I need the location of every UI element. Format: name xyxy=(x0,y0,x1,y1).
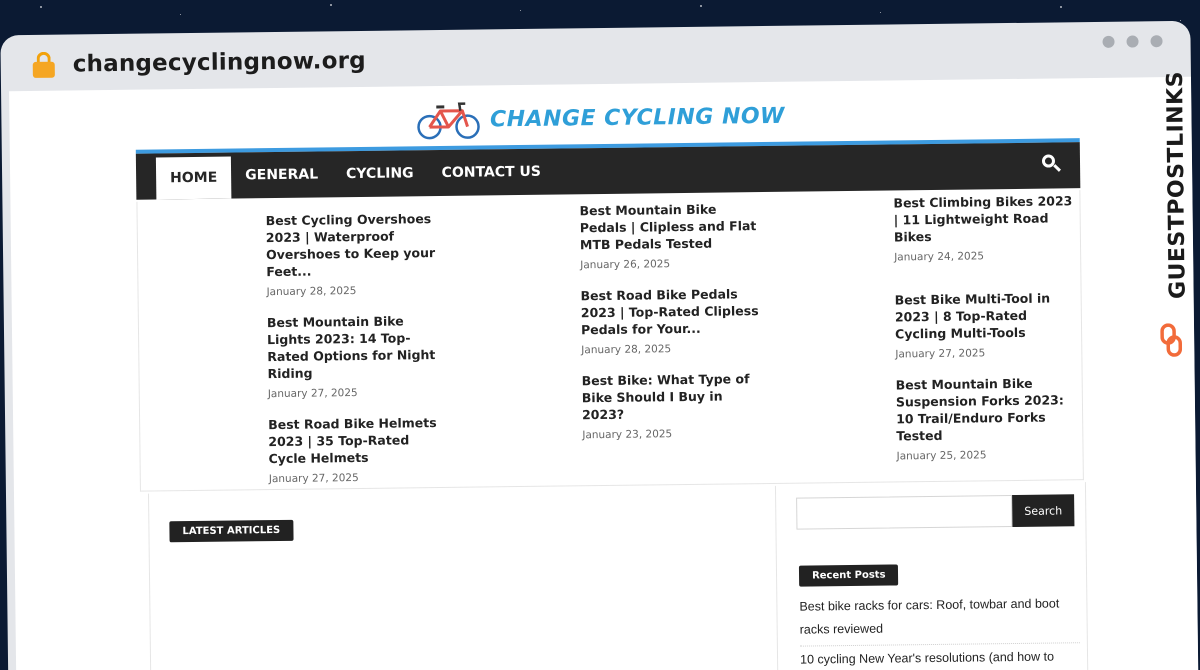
post-title[interactable]: Best Cycling Overshoes 2023 | Waterproof… xyxy=(266,210,447,280)
window-controls xyxy=(1102,35,1163,48)
post-date: January 24, 2025 xyxy=(894,250,985,264)
main-content: LATEST ARTICLES xyxy=(147,485,779,670)
featured-post[interactable]: Best Climbing Bikes 2023 | 11 Lightweigh… xyxy=(893,192,1074,263)
post-date: January 27, 2025 xyxy=(267,387,358,401)
post-date: January 27, 2025 xyxy=(268,472,359,486)
post-title[interactable]: Best Mountain Bike Lights 2023: 14 Top-R… xyxy=(267,312,448,382)
recent-posts-list: Best bike racks for cars: Roof, towbar a… xyxy=(799,590,1081,670)
browser-window: changecyclingnow.org CHANGE CYCLING NOW … xyxy=(0,20,1199,670)
featured-post[interactable]: Best Road Bike Helmets 2023 | 35 Top-Rat… xyxy=(268,414,449,485)
nav-item-cycling[interactable]: CYCLING xyxy=(332,150,428,197)
guestpostlinks-watermark: GUESTPOSTLINKS xyxy=(1153,61,1193,381)
featured-post[interactable]: Best Bike Multi-Tool in 2023 | 8 Top-Rat… xyxy=(895,289,1076,361)
featured-post[interactable]: Best Road Bike Pedals 2023 | Top-Rated C… xyxy=(581,285,762,356)
recent-post-link[interactable]: 10 cycling New Year's resolutions (and h… xyxy=(799,643,1081,670)
sidebar: Search Recent Posts Best bike racks for … xyxy=(775,482,1089,670)
post-title[interactable]: Best Climbing Bikes 2023 | 11 Lightweigh… xyxy=(893,192,1074,245)
post-title[interactable]: Best Road Bike Helmets 2023 | 35 Top-Rat… xyxy=(268,414,449,467)
search-input[interactable] xyxy=(796,495,1013,530)
window-dot[interactable] xyxy=(1150,35,1163,48)
post-title[interactable]: Best Road Bike Pedals 2023 | Top-Rated C… xyxy=(581,285,762,338)
featured-column-3: Best Climbing Bikes 2023 | 11 Lightweigh… xyxy=(893,192,1076,478)
post-title[interactable]: Best Mountain Bike Pedals | Clipless and… xyxy=(579,200,760,253)
post-date: January 26, 2025 xyxy=(580,258,671,272)
post-title[interactable]: Best Bike Multi-Tool in 2023 | 8 Top-Rat… xyxy=(895,289,1076,342)
post-date: January 23, 2025 xyxy=(582,428,673,442)
post-title[interactable]: Best Mountain Bike Suspension Forks 2023… xyxy=(896,374,1077,444)
recent-post-link[interactable]: Best bike racks for cars: Roof, towbar a… xyxy=(799,590,1080,647)
watermark-text: GUESTPOSTLINKS xyxy=(1162,70,1191,300)
logo-text: CHANGE CYCLING NOW xyxy=(489,103,786,132)
featured-column-1: Best Cycling Overshoes 2023 | Waterproof… xyxy=(266,210,450,501)
search-button[interactable]: Search xyxy=(1012,494,1075,528)
url-text[interactable]: changecyclingnow.org xyxy=(73,48,366,78)
link-chain-icon xyxy=(1160,323,1183,357)
featured-post[interactable]: Best Mountain Bike Suspension Forks 2023… xyxy=(896,374,1077,463)
featured-post[interactable]: Best Bike: What Type of Bike Should I Bu… xyxy=(582,370,763,441)
featured-post[interactable]: Best Cycling Overshoes 2023 | Waterproof… xyxy=(266,210,447,298)
search-icon[interactable] xyxy=(1040,142,1065,188)
post-date: January 27, 2025 xyxy=(895,347,986,361)
lock-icon xyxy=(32,51,55,78)
featured-post[interactable]: Best Mountain Bike Lights 2023: 14 Top-R… xyxy=(267,312,448,400)
featured-posts: Best Cycling Overshoes 2023 | Waterproof… xyxy=(136,190,1084,492)
post-title[interactable]: Best Bike: What Type of Bike Should I Bu… xyxy=(582,370,763,423)
post-date: January 25, 2025 xyxy=(896,449,987,463)
bicycle-icon xyxy=(416,102,480,140)
nav-item-general[interactable]: GENERAL xyxy=(231,151,332,198)
post-date: January 28, 2025 xyxy=(266,285,357,299)
latest-articles-label: LATEST ARTICLES xyxy=(169,519,294,543)
sidebar-search: Search xyxy=(796,494,1075,530)
page-viewport: CHANGE CYCLING NOW HOME GENERAL CYCLING … xyxy=(9,76,1199,670)
window-dot[interactable] xyxy=(1126,35,1139,48)
featured-column-2: Best Mountain Bike Pedals | Clipless and… xyxy=(579,200,762,457)
recent-posts-label: Recent Posts xyxy=(798,564,899,587)
featured-post[interactable]: Best Mountain Bike Pedals | Clipless and… xyxy=(579,200,760,272)
nav-item-home[interactable]: HOME xyxy=(155,156,232,200)
nav-item-contact-us[interactable]: CONTACT US xyxy=(427,149,555,197)
window-dot[interactable] xyxy=(1102,35,1115,48)
post-date: January 28, 2025 xyxy=(581,343,672,357)
